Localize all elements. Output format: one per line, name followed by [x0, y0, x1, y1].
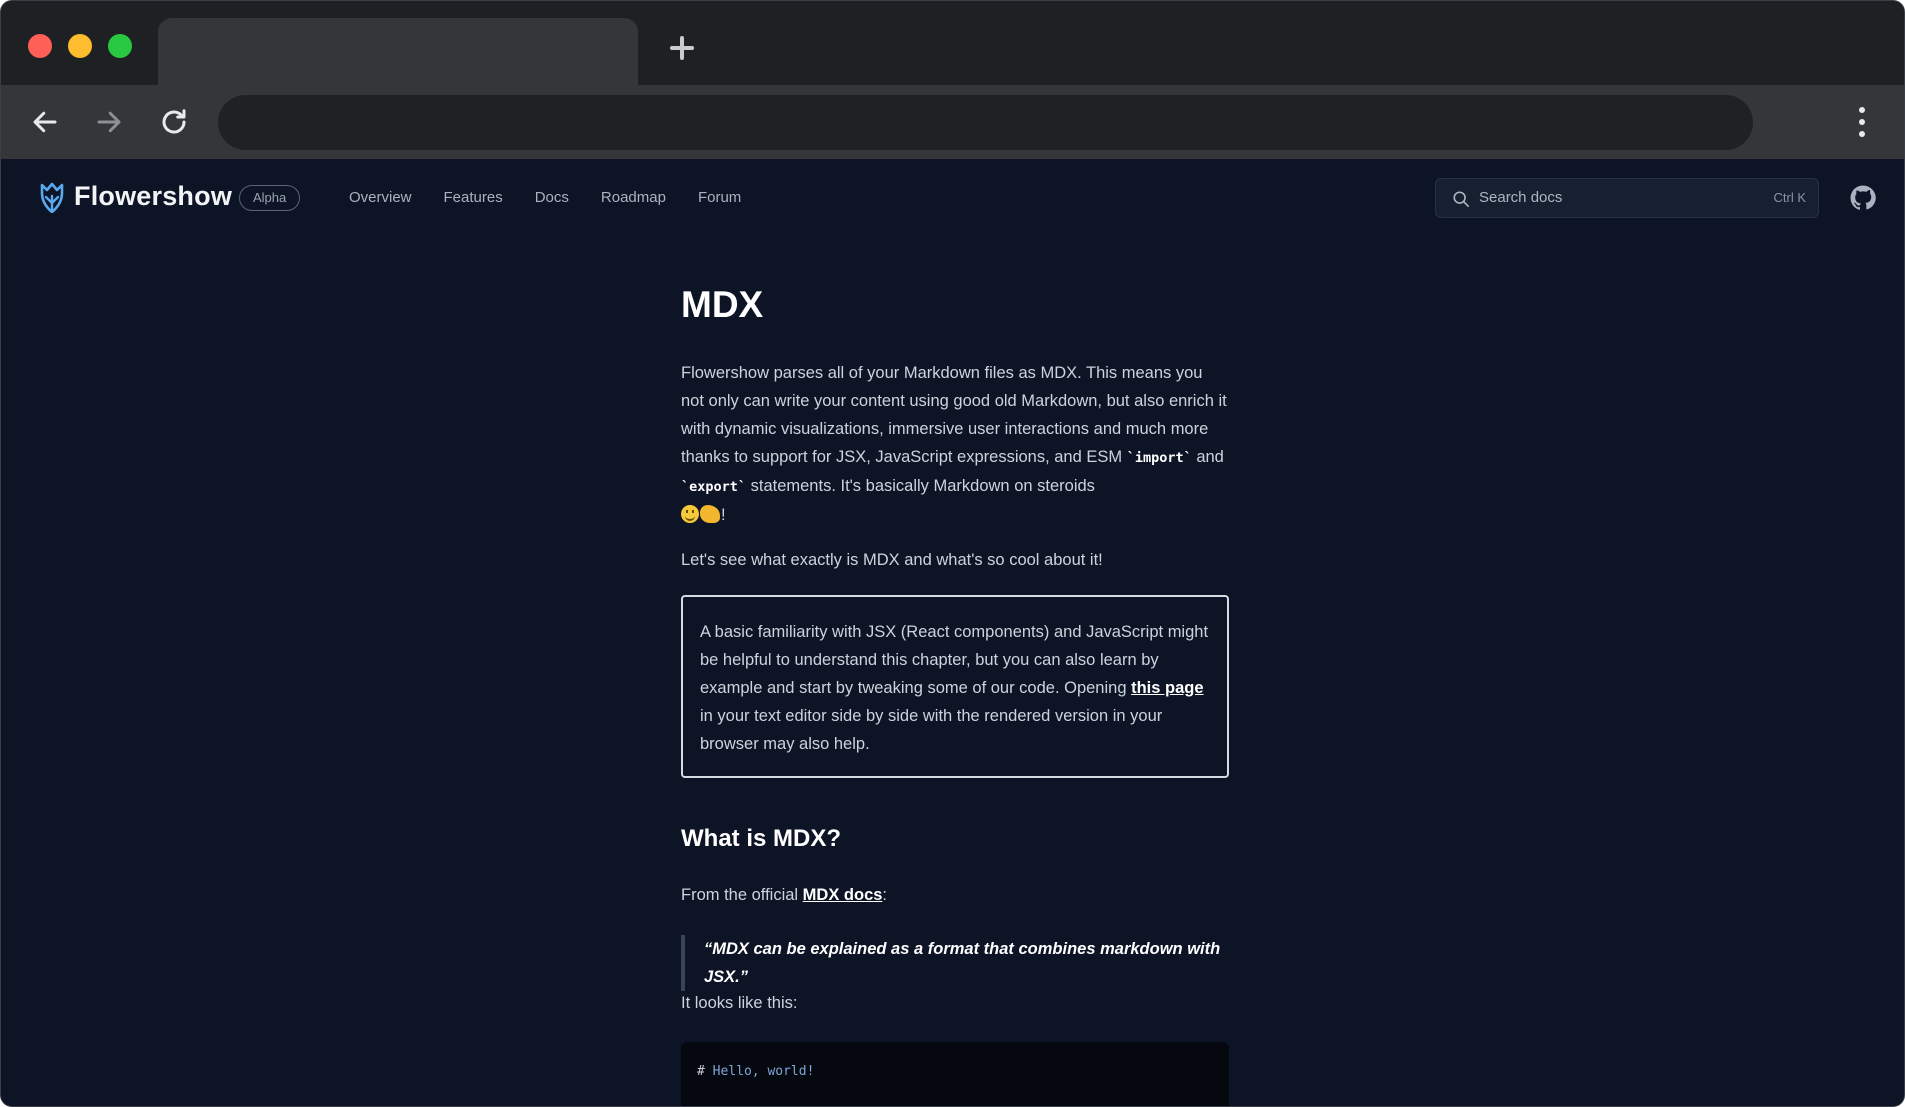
flowershow-logo-icon[interactable]	[37, 181, 67, 214]
intro-text-2: statements. It's basically Markdown on s…	[746, 477, 1095, 495]
mdx-docs-link[interactable]: MDX docs	[803, 886, 883, 904]
this-page-link[interactable]: this page	[1131, 679, 1203, 697]
code-heading: Hello, world!	[712, 1064, 815, 1079]
nav-features[interactable]: Features	[444, 189, 503, 206]
intro-text-and: and	[1191, 448, 1224, 466]
section-heading: What is MDX?	[681, 825, 841, 852]
nav-overview[interactable]: Overview	[349, 189, 412, 206]
main-nav: Overview Features Docs Roadmap Forum	[349, 189, 741, 206]
from-text: From the official	[681, 886, 803, 904]
inline-code-import: `import`	[1126, 450, 1192, 466]
mdx-quote: “MDX can be explained as a format that c…	[681, 935, 1229, 991]
callout-box: A basic familiarity with JSX (React comp…	[681, 595, 1229, 778]
alpha-badge: Alpha	[239, 185, 301, 211]
nav-docs[interactable]: Docs	[535, 189, 569, 206]
active-tab[interactable]	[158, 18, 638, 85]
github-icon[interactable]	[1850, 185, 1876, 211]
mdx-docs-paragraph: From the official MDX docs:	[681, 881, 887, 909]
browser-window: Flowershow Alpha Overview Features Docs …	[0, 0, 1905, 1107]
more-menu-icon[interactable]	[1847, 103, 1877, 141]
maximize-window-button[interactable]	[108, 34, 132, 58]
site-page: Flowershow Alpha Overview Features Docs …	[1, 159, 1904, 1106]
inline-code-export: `export`	[681, 479, 747, 495]
back-arrow-icon[interactable]	[28, 105, 62, 139]
smile-emoji-icon	[681, 505, 699, 523]
search-docs-button[interactable]: Search docs Ctrl K	[1435, 178, 1819, 218]
nav-roadmap[interactable]: Roadmap	[601, 189, 666, 206]
callout-text-after: in your text editor side by side with th…	[700, 707, 1163, 753]
close-window-button[interactable]	[28, 34, 52, 58]
forward-arrow-icon[interactable]	[92, 105, 126, 139]
new-tab-plus-icon[interactable]	[665, 31, 699, 65]
browser-toolbar	[1, 85, 1904, 159]
search-shortcut: Ctrl K	[1773, 190, 1807, 205]
search-icon	[1453, 191, 1470, 208]
looks-like-paragraph: It looks like this:	[681, 994, 798, 1012]
tab-strip	[1, 1, 1904, 85]
site-header: Flowershow Alpha Overview Features Docs …	[1, 159, 1904, 235]
from-colon: :	[882, 886, 888, 904]
address-bar[interactable]	[218, 95, 1753, 150]
flexed-biceps-emoji-icon	[700, 505, 720, 523]
search-placeholder: Search docs	[1479, 189, 1563, 206]
reload-icon[interactable]	[157, 105, 191, 139]
minimize-window-button[interactable]	[68, 34, 92, 58]
intro-text-end: !	[721, 506, 726, 524]
code-block: # Hello, world!	[681, 1042, 1229, 1106]
page-title: MDX	[681, 284, 764, 325]
code-hash: #	[697, 1064, 705, 1079]
lead-paragraph: Let's see what exactly is MDX and what's…	[681, 551, 1103, 569]
intro-paragraph: Flowershow parses all of your Markdown f…	[681, 359, 1229, 529]
brand-name[interactable]: Flowershow	[74, 181, 232, 212]
nav-forum[interactable]: Forum	[698, 189, 741, 206]
